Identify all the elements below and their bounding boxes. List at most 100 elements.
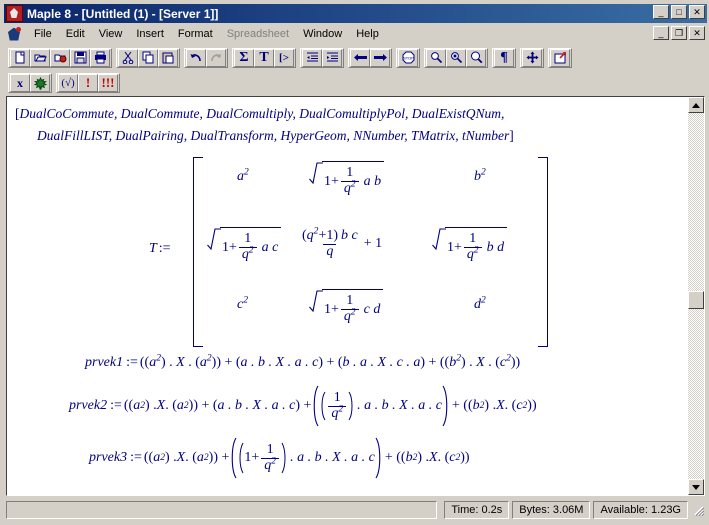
menu-item-insert[interactable]: Insert	[129, 26, 171, 42]
sqrt-plus: +	[454, 239, 462, 255]
fraction-denominator: q2	[340, 308, 359, 325]
toolbar-group-navigation	[348, 47, 392, 68]
sqrt-trailing-vars: a c	[261, 239, 279, 255]
result-prvek3: prvek3:=((a2) . X . (a2)) + 1+ 1 q2	[89, 437, 470, 479]
inner-right-paren	[348, 391, 355, 421]
cell-exponent: 2	[481, 167, 486, 178]
maximize-button[interactable]: □	[671, 5, 687, 19]
matrix-label: T	[149, 241, 157, 256]
status-bar: Time: 0.2s Bytes: 3.06M Available: 1.23G	[6, 500, 705, 520]
fraction-denominator: q2	[238, 246, 257, 263]
sqrt-plus: +	[331, 301, 339, 317]
toolbar-group-stop: STOP	[396, 47, 420, 68]
document-maple-icon[interactable]	[7, 26, 22, 42]
copy-icon[interactable]	[138, 48, 158, 67]
toolbar-group-file	[8, 47, 112, 68]
open-folder-icon[interactable]	[30, 48, 50, 67]
radical-sign-icon	[207, 227, 221, 267]
fraction-denominator: q2	[340, 180, 359, 197]
new-document-icon[interactable]	[10, 48, 30, 67]
scrollbar-thumb[interactable]	[688, 291, 704, 309]
menu-item-edit[interactable]: Edit	[59, 26, 92, 42]
close-button[interactable]: ✕	[689, 5, 705, 19]
back-arrow-icon[interactable]	[350, 48, 370, 67]
mdi-close-button[interactable]: ✕	[689, 26, 705, 40]
toolbar-group-execute: (√) ! !!!	[56, 73, 120, 93]
scroll-down-button[interactable]	[688, 479, 704, 495]
minimize-button[interactable]: _	[653, 5, 669, 19]
variable-x-icon[interactable]: x	[10, 74, 30, 92]
outdent-icon[interactable]	[302, 48, 322, 67]
toolbar-group-input: Σ T [>	[232, 47, 296, 68]
print-icon[interactable]	[90, 48, 110, 67]
result-assign-op: :=	[110, 398, 122, 413]
right-paren-large	[442, 385, 450, 427]
toolbar-group-history	[184, 47, 228, 68]
fraction-denominator: q2	[261, 456, 280, 474]
menu-item-view[interactable]: View	[92, 26, 130, 42]
big-parenthesized-term: 1 + 1 q2 . a . b . X . a . c	[229, 437, 382, 479]
sqrt-expression: 1 + 1 q2 a c	[207, 227, 282, 267]
right-paren-large	[375, 437, 383, 479]
package-list-output: [DualCoCommute, DualCommute, DualComulti…	[15, 103, 675, 147]
fraction-qsq-plus-one-bc-over-q: (q2+1) b c q	[299, 227, 361, 259]
cell-base: d	[474, 297, 481, 312]
open-url-icon[interactable]	[50, 48, 70, 67]
radical-sign-icon	[309, 161, 323, 201]
zoom-reset-icon[interactable]	[446, 48, 466, 67]
menu-item-format[interactable]: Format	[171, 26, 220, 42]
prompt-icon[interactable]: [>	[274, 48, 294, 67]
operator-X: X	[176, 355, 185, 370]
cell-base: b	[474, 169, 481, 184]
paste-icon[interactable]	[158, 48, 178, 67]
cell-exponent: 2	[481, 295, 486, 306]
undo-arrow-icon[interactable]	[186, 48, 206, 67]
zoom-in-icon[interactable]	[466, 48, 486, 67]
maple-leaf-icon	[6, 5, 23, 22]
menu-item-window[interactable]: Window	[296, 26, 349, 42]
sigma-math-icon[interactable]: Σ	[234, 48, 254, 67]
sqrt-one: 1	[324, 301, 331, 317]
vertical-scrollbar[interactable]	[688, 97, 704, 495]
restart-icon[interactable]	[550, 48, 570, 67]
worksheet-frame: [DualCoCommute, DualCommute, DualComulti…	[6, 96, 705, 496]
scroll-up-arrow-icon	[692, 102, 700, 108]
toolbar-group-clipboard	[116, 47, 180, 68]
menu-item-file[interactable]: File	[27, 26, 59, 42]
radical-sign-icon	[309, 289, 323, 329]
sqrt-trailing-vars: b d	[486, 239, 505, 255]
cell-base: a	[237, 169, 244, 184]
maple-leaf-icon[interactable]	[30, 74, 50, 92]
execute-all-icon[interactable]: !!!	[98, 74, 118, 92]
cut-scissors-icon[interactable]	[118, 48, 138, 67]
status-available: Available: 1.23G	[593, 501, 688, 519]
stop-sign-icon[interactable]: STOP	[398, 48, 418, 67]
mdi-minimize-button[interactable]: _	[653, 26, 669, 40]
mdi-restore-button[interactable]: ❐	[671, 26, 687, 40]
menu-item-help[interactable]: Help	[349, 26, 386, 42]
redo-arrow-icon[interactable]	[206, 48, 226, 67]
term-one: 1	[244, 450, 252, 465]
resize-gripper[interactable]	[691, 503, 705, 517]
scroll-up-button[interactable]	[688, 97, 704, 113]
fraction-tail: + 1	[363, 236, 383, 252]
execute-check-icon[interactable]: (√)	[58, 74, 78, 92]
worksheet-page[interactable]: [DualCoCommute, DualCommute, DualComulti…	[7, 97, 688, 495]
result-name: prvek1	[85, 355, 124, 370]
zoom-out-icon[interactable]	[426, 48, 446, 67]
text-t-icon[interactable]: T	[254, 48, 274, 67]
sqrt-expression: 1 + 1 q2 a b	[309, 161, 385, 201]
move-cross-icon[interactable]	[522, 48, 542, 67]
fraction-one-over-q-squared: 1 q2	[238, 232, 257, 263]
sqrt-one: 1	[447, 239, 454, 255]
indent-icon[interactable]	[322, 48, 342, 67]
radical-sign-icon	[432, 227, 446, 267]
execute-single-icon[interactable]: !	[78, 74, 98, 92]
toolbar-group-marks: ¶	[492, 47, 516, 68]
forward-arrow-icon[interactable]	[370, 48, 390, 67]
pilcrow-icon[interactable]: ¶	[494, 48, 514, 67]
maple-application-window: Maple 8 - [Untitled (1) - [Server 1]] _ …	[0, 0, 709, 525]
save-disk-icon[interactable]	[70, 48, 90, 67]
term-plus: +	[251, 450, 260, 465]
window-controls: _ □ ✕	[653, 5, 705, 19]
